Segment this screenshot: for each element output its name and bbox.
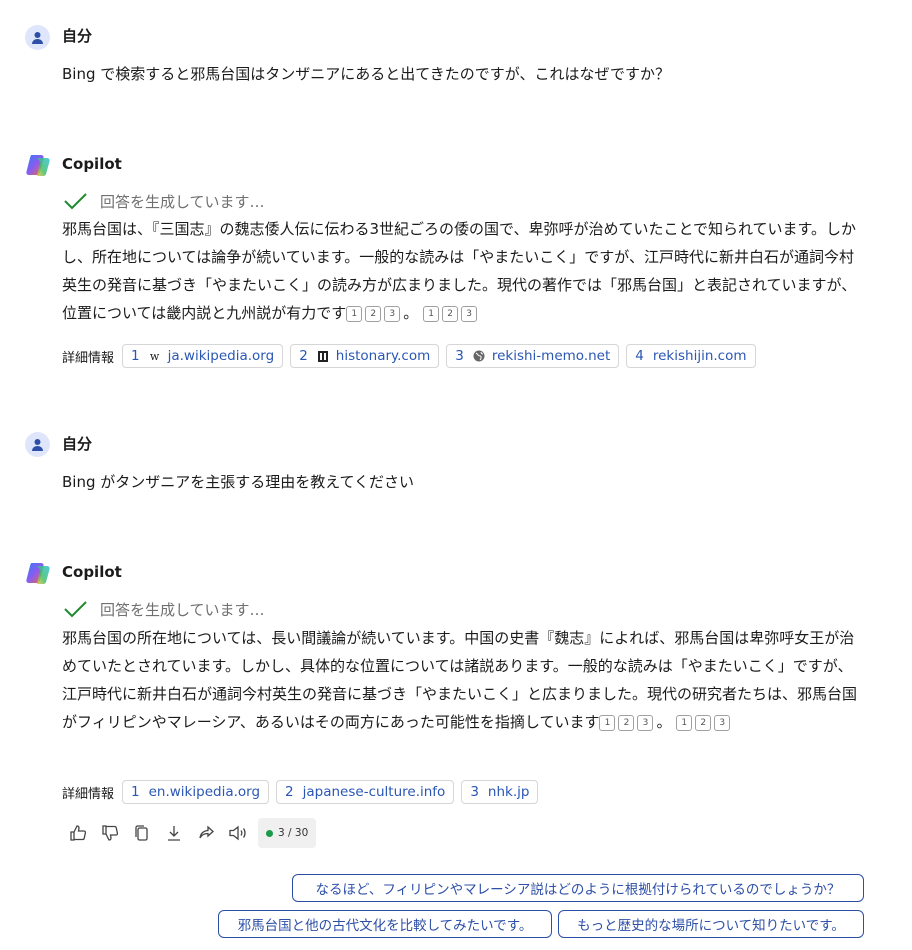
source-number: 1 [131,784,140,800]
citation-link[interactable]: 1 [346,306,363,322]
user-avatar-icon [25,25,50,50]
learn-more-row: 詳細情報 1 w ja.wikipedia.org 2 histonary.co… [62,344,763,368]
author-name: 自分 [62,27,93,45]
speaker-icon[interactable] [222,818,254,848]
status-dot [266,829,273,837]
answer-body: 邪馬台国の所在地については、長い間議論が続いています。中国の史書『魏志』によれば… [62,629,858,731]
citation-link[interactable]: 3 [637,715,654,731]
citation-link[interactable]: 3 [384,306,401,322]
share-icon[interactable] [190,818,222,848]
citation-link[interactable]: 2 [618,715,635,731]
answer-period: 。 [403,304,419,322]
author-name: Copilot [62,155,122,173]
user-avatar-icon [25,432,50,457]
source-number: 4 [635,348,644,364]
user-message-text: Bing で検索すると邪馬台国はタンザニアにあると出てきたのですが、これはなぜで… [62,65,670,83]
checkmark-icon [64,193,87,210]
citation-link[interactable]: 1 [423,306,440,322]
historny-icon [317,350,329,362]
citation-link[interactable]: 2 [365,306,382,322]
page-count: 3 / 30 [278,827,309,839]
suggestion-button[interactable]: 邪馬台国と他の古代文化を比較してみたいです。 [218,910,552,938]
generation-status: 回答を生成しています… [62,190,265,212]
source-number: 1 [131,348,140,364]
wikipedia-icon: w [149,349,160,363]
thumbs-down-icon[interactable] [94,818,126,848]
answer-text: 邪馬台国の所在地については、長い間議論が続いています。中国の史書『魏志』によれば… [62,624,862,736]
answer-body: 邪馬台国は、『三国志』の魏志倭人伝に伝わる3世紀ごろの倭の国で、卑弥呼が治めてい… [62,220,857,322]
generation-status: 回答を生成しています… [62,598,265,620]
source-link[interactable]: 3 nhk.jp [461,780,539,804]
source-link[interactable]: 2 japanese-culture.info [276,780,455,804]
citation-link[interactable]: 3 [461,306,478,322]
source-label: rekishi-memo.net [491,348,611,364]
source-label: ja.wikipedia.org [167,348,275,364]
copilot-logo-icon [26,155,50,176]
source-link[interactable]: 1 w ja.wikipedia.org [122,344,284,368]
source-link[interactable]: 2 histonary.com [290,344,440,368]
suggestion-button[interactable]: なるほど、フィリピンやマレーシア説はどのように根拠付けられているのでしょうか？ [292,874,864,902]
user-message-text: Bing がタンザニアを主張する理由を教えてください [62,473,415,491]
source-label: rekishijin.com [652,348,747,364]
source-label: nhk.jp [487,784,530,800]
copy-icon[interactable] [126,818,158,848]
citation-link[interactable]: 1 [676,715,693,731]
status-text: 回答を生成しています… [100,192,265,211]
source-number: 3 [470,784,479,800]
source-label: en.wikipedia.org [148,784,261,800]
source-link[interactable]: 4 rekishijin.com [626,344,756,368]
source-number: 3 [455,348,464,364]
response-toolbar: 3 / 30 [62,818,317,848]
learn-more-row: 詳細情報 1 en.wikipedia.org 2 japanese-cultu… [62,780,545,804]
source-number: 2 [299,348,308,364]
suggestion-button[interactable]: もっと歴史的な場所について知りたいです。 [558,910,864,938]
answer-text: 邪馬台国は、『三国志』の魏志倭人伝に伝わる3世紀ごろの倭の国で、卑弥呼が治めてい… [62,215,862,327]
status-text: 回答を生成しています… [100,600,265,619]
learn-more-label: 詳細情報 [62,350,115,366]
download-icon[interactable] [158,818,190,848]
citation-link[interactable]: 2 [442,306,459,322]
checkmark-icon [64,601,87,618]
source-number: 2 [285,784,294,800]
citation-link[interactable]: 3 [714,715,731,731]
author-name: Copilot [62,563,122,581]
citation-link[interactable]: 2 [695,715,712,731]
source-label: histonary.com [335,348,431,364]
thumbs-up-icon[interactable] [62,818,94,848]
answer-period: 。 [656,713,672,731]
source-link[interactable]: 1 en.wikipedia.org [122,780,270,804]
learn-more-label: 詳細情報 [62,786,115,802]
author-name: 自分 [62,435,93,453]
copilot-logo-icon [26,563,50,584]
response-page-indicator: 3 / 30 [258,818,317,848]
source-label: japanese-culture.info [302,784,446,800]
source-link[interactable]: 3 rekishi-memo.net [446,344,620,368]
globe-icon [473,350,485,362]
citation-link[interactable]: 1 [599,715,616,731]
